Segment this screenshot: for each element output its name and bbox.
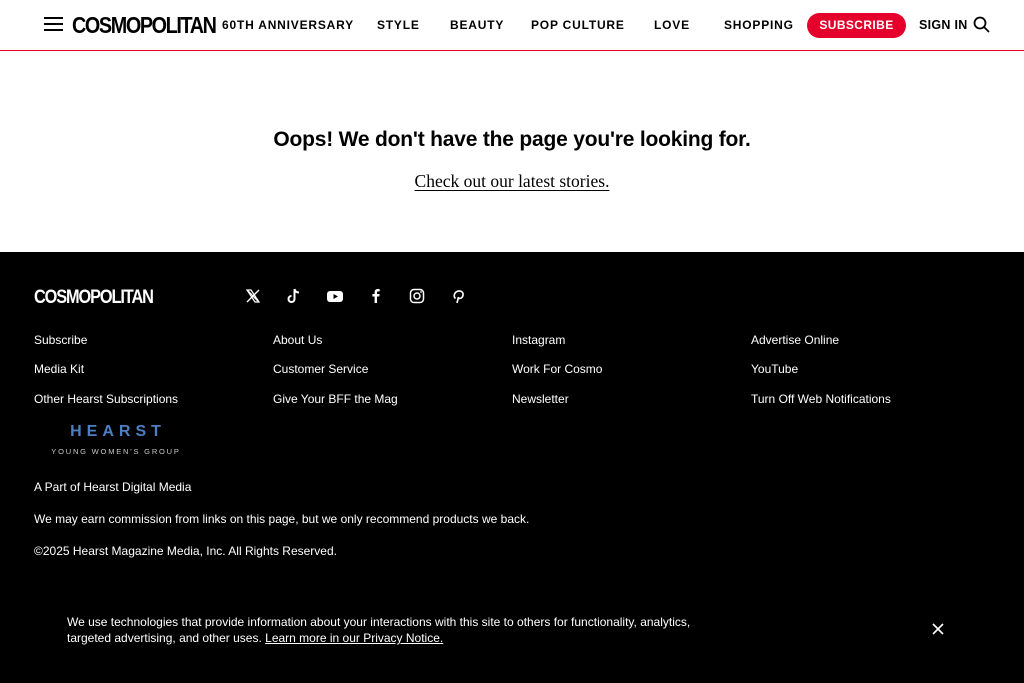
copyright-text: ©2025 Hearst Magazine Media, Inc. All Ri… (34, 544, 337, 558)
footer-link-youtube[interactable]: YouTube (751, 361, 798, 377)
youtube-icon[interactable] (326, 287, 344, 305)
nav-item-pop-culture[interactable]: POP CULTURE (531, 17, 625, 33)
sign-in-link[interactable]: SIGN IN (919, 17, 968, 33)
nav-item-shopping[interactable]: SHOPPING (724, 17, 794, 33)
search-icon[interactable] (973, 16, 990, 33)
nav-item-love[interactable]: LOVE (654, 17, 690, 33)
close-icon[interactable] (931, 622, 945, 636)
footer-link-other-subscriptions[interactable]: Other Hearst Subscriptions (34, 391, 178, 407)
privacy-notice-link[interactable]: Learn more in our Privacy Notice. (265, 631, 443, 645)
subscribe-button[interactable]: SUBSCRIBE (807, 13, 906, 38)
error-content: Oops! We don't have the page you're look… (0, 52, 1024, 252)
site-logo[interactable]: COSMOPOLITAN (72, 11, 217, 39)
latest-stories-link[interactable]: Check out our latest stories. (415, 171, 610, 191)
error-heading: Oops! We don't have the page you're look… (273, 128, 751, 151)
instagram-icon[interactable] (408, 287, 426, 305)
footer-link-advertise-online[interactable]: Advertise Online (751, 332, 839, 348)
footer-link-work-for-cosmo[interactable]: Work For Cosmo (512, 361, 602, 377)
footer-link-customer-service[interactable]: Customer Service (273, 361, 368, 377)
tiktok-icon[interactable] (285, 287, 303, 305)
nav-item-60th-anniversary[interactable]: 60TH ANNIVERSARY (222, 17, 354, 33)
footer-link-give-bff-mag[interactable]: Give Your BFF the Mag (273, 391, 398, 407)
cookie-notice: We use technologies that provide informa… (67, 614, 707, 646)
hearst-logo-subtitle: YOUNG WOMEN'S GROUP (51, 447, 181, 456)
hearst-digital-media-text: A Part of Hearst Digital Media (34, 480, 192, 494)
footer-link-media-kit[interactable]: Media Kit (34, 361, 84, 377)
site-header: COSMOPOLITAN 60TH ANNIVERSARY STYLE BEAU… (0, 0, 1024, 51)
facebook-icon[interactable] (367, 287, 385, 305)
nav-item-style[interactable]: STYLE (377, 17, 420, 33)
x-icon[interactable] (244, 287, 262, 305)
hamburger-menu-icon[interactable] (44, 15, 63, 32)
hearst-logo-word: HEARST (70, 423, 166, 440)
hearst-logo[interactable]: HEARST YOUNG WOMEN'S GROUP (34, 420, 198, 462)
footer-logo[interactable]: COSMOPOLITAN (34, 286, 154, 310)
commission-disclaimer: We may earn commission from links on thi… (34, 512, 530, 526)
nav-item-beauty[interactable]: BEAUTY (450, 17, 504, 33)
footer-link-turn-off-notifications[interactable]: Turn Off Web Notifications (751, 391, 891, 407)
latest-stories-container: Check out our latest stories. (0, 170, 1024, 192)
footer-link-about-us[interactable]: About Us (273, 332, 322, 348)
pinterest-icon[interactable] (449, 287, 467, 305)
footer-link-newsletter[interactable]: Newsletter (512, 391, 569, 407)
footer-link-subscribe[interactable]: Subscribe (34, 332, 87, 348)
footer-link-instagram[interactable]: Instagram (512, 332, 565, 348)
